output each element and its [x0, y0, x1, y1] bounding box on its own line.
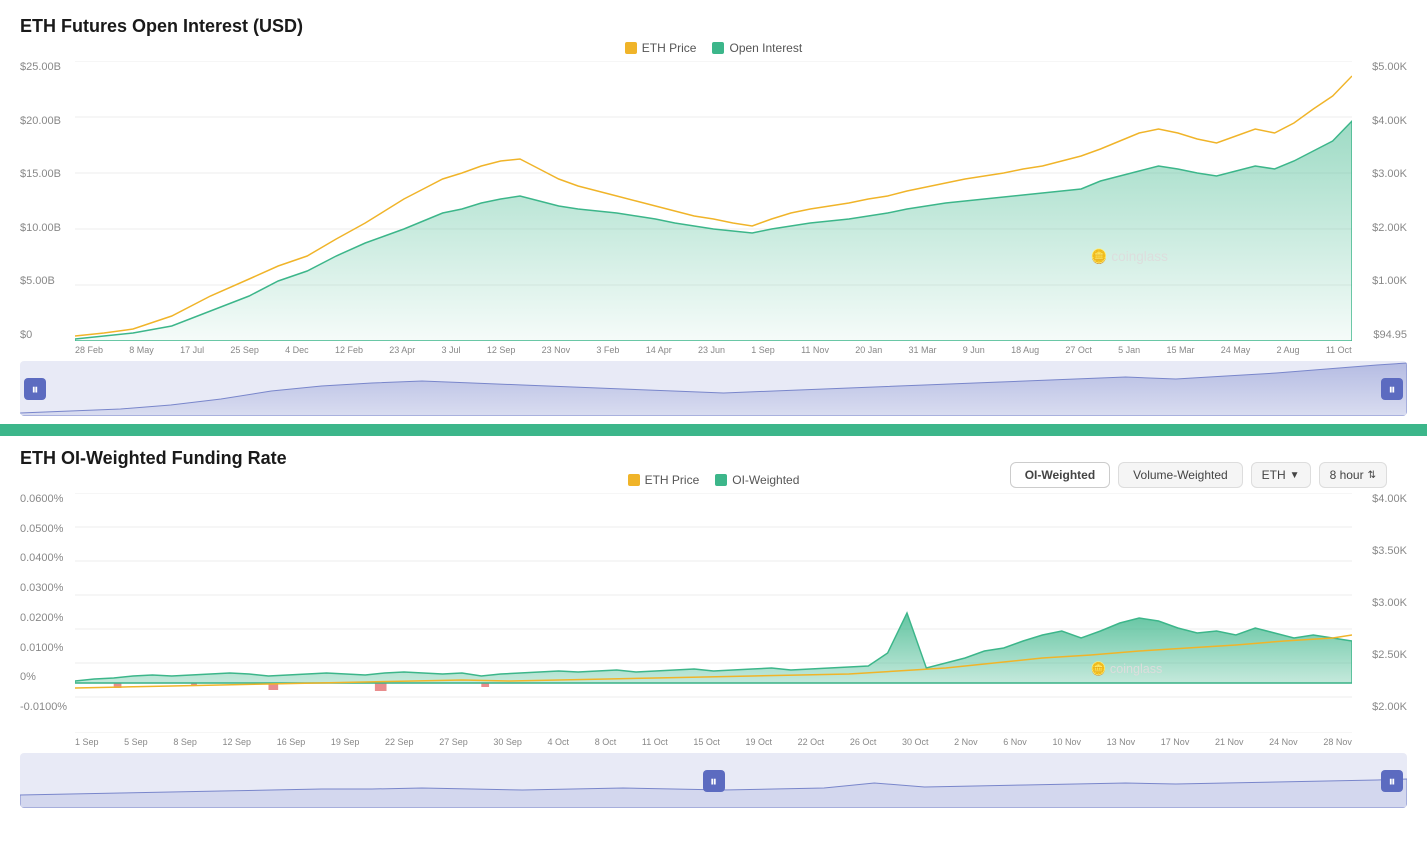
chart2-eth-price-dot — [628, 474, 640, 486]
chart2-eth-price-label: ETH Price — [645, 473, 700, 487]
oi-weighted-btn[interactable]: OI-Weighted — [1010, 462, 1110, 488]
chart2-minimap-left-handle[interactable]: ⏸ — [703, 770, 725, 792]
chart2-svg: 🪙 coinglass — [20, 493, 1407, 733]
chart1-legend-open-interest: Open Interest — [712, 41, 802, 55]
interval-select[interactable]: 8 hour ⇅ — [1319, 462, 1387, 488]
currency-select[interactable]: ETH ▼ — [1251, 462, 1311, 488]
chart2-minimap-right-handle[interactable]: ⏸ — [1381, 770, 1403, 792]
chart2-minimap[interactable]: ⏸ ⏸ — [20, 753, 1407, 808]
divider-bar — [0, 424, 1427, 436]
chart2-oi-weighted-label: OI-Weighted — [732, 473, 799, 487]
eth-price-label: ETH Price — [642, 41, 697, 55]
chart2-x-axis: 1 Sep 5 Sep 8 Sep 12 Sep 16 Sep 19 Sep 2… — [20, 735, 1407, 749]
chart1-y-axis-left: $25.00B $20.00B $15.00B $10.00B $5.00B $… — [20, 61, 75, 341]
chevron-down-icon: ▼ — [1290, 470, 1300, 481]
chart2-wrapper: 0.0600% 0.0500% 0.0400% 0.0300% 0.0200% … — [20, 493, 1407, 733]
chart1-section: ETH Futures Open Interest (USD) ETH Pric… — [0, 0, 1427, 416]
open-interest-label: Open Interest — [729, 41, 802, 55]
chart1-title: ETH Futures Open Interest (USD) — [20, 16, 1407, 37]
chart2-oi-weighted-dot — [715, 474, 727, 486]
chart1-minimap[interactable]: ⏸ ⏸ — [20, 361, 1407, 416]
chart2-title: ETH OI-Weighted Funding Rate — [20, 448, 287, 469]
eth-price-dot — [625, 42, 637, 54]
chart1-legend-eth-price: ETH Price — [625, 41, 697, 55]
chevron-up-down-icon: ⇅ — [1368, 470, 1376, 481]
chart1-x-axis: 28 Feb 8 May 17 Jul 25 Sep 4 Dec 12 Feb … — [20, 343, 1407, 357]
chart1-minimap-left-handle[interactable]: ⏸ — [24, 378, 46, 400]
interval-label: 8 hour — [1330, 468, 1364, 482]
chart2-legend-eth-price: ETH Price — [628, 473, 700, 487]
chart2-y-axis-right: $4.00K $3.50K $3.00K $2.50K $2.00K — [1352, 493, 1407, 713]
svg-text:🪙 coinglass: 🪙 coinglass — [1091, 248, 1168, 265]
chart1-wrapper: $25.00B $20.00B $15.00B $10.00B $5.00B $… — [20, 61, 1407, 341]
volume-weighted-btn[interactable]: Volume-Weighted — [1118, 462, 1243, 488]
chart2-legend-oi-weighted: OI-Weighted — [715, 473, 799, 487]
currency-label: ETH — [1262, 468, 1286, 482]
open-interest-dot — [712, 42, 724, 54]
chart1-minimap-right-handle[interactable]: ⏸ — [1381, 378, 1403, 400]
chart2-controls: OI-Weighted Volume-Weighted ETH ▼ 8 hour… — [1010, 462, 1387, 488]
chart2-section: ETH OI-Weighted Funding Rate OI-Weighted… — [0, 436, 1427, 808]
chart1-legend: ETH Price Open Interest — [20, 41, 1407, 55]
chart2-y-axis-left: 0.0600% 0.0500% 0.0400% 0.0300% 0.0200% … — [20, 493, 75, 713]
chart1-y-axis-right: $5.00K $4.00K $3.00K $2.00K $1.00K $94.9… — [1352, 61, 1407, 341]
chart1-svg: 🪙 coinglass — [20, 61, 1407, 341]
svg-text:🪙 coinglass: 🪙 coinglass — [1091, 661, 1163, 676]
